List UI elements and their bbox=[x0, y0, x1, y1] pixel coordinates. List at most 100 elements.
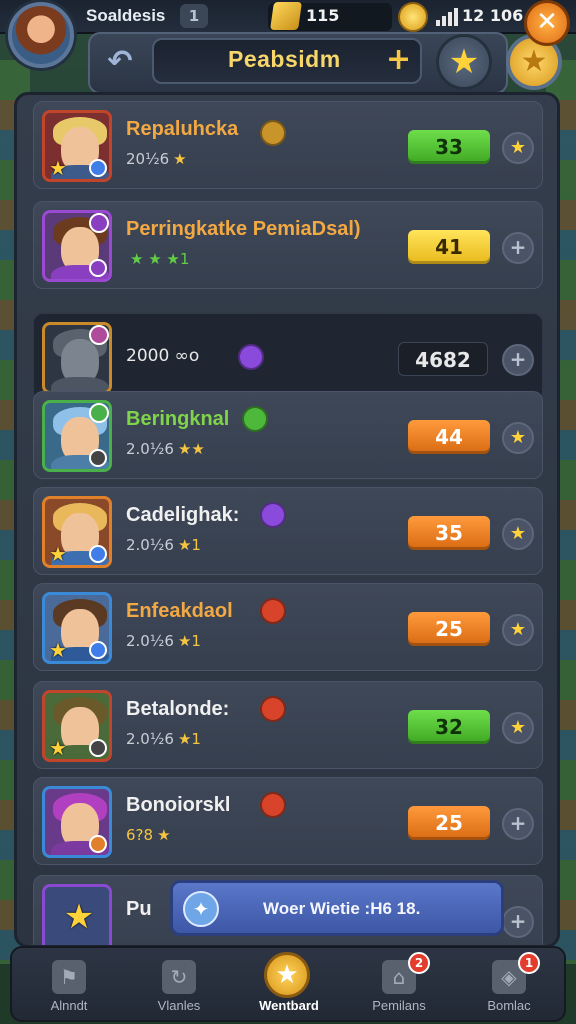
ranking-list: ★ Repaluhcka 20½6 ★ 33 ★ Perringkatke Pem… bbox=[14, 92, 560, 948]
hero-portrait bbox=[42, 210, 112, 282]
hero-stat: ★ ★ ★1 bbox=[130, 250, 190, 268]
star-button[interactable]: ★ bbox=[502, 712, 534, 744]
nav-label: Pemilans bbox=[372, 998, 426, 1013]
tag-icon bbox=[89, 325, 109, 345]
add-button[interactable]: + bbox=[502, 232, 534, 264]
notification-badge: 1 bbox=[518, 952, 540, 974]
clock-value: 12 106 bbox=[462, 6, 524, 25]
hero-stat: 6?8 ★ bbox=[126, 826, 171, 844]
ruby-gem-icon bbox=[260, 792, 286, 818]
add-button[interactable]: + bbox=[386, 42, 411, 77]
star-icon: ★ bbox=[49, 736, 67, 760]
gold-value: 115 bbox=[306, 6, 340, 25]
nav-item-bomlac[interactable]: ◈ 1 Bomlac bbox=[454, 948, 564, 1024]
hero-name: Pu bbox=[126, 898, 152, 920]
ruby-gem-icon bbox=[260, 696, 286, 722]
score-pill: 4682 bbox=[398, 342, 488, 376]
nav-label: Wentbard bbox=[259, 998, 319, 1013]
level-badge: 1 bbox=[180, 4, 208, 28]
lightning-badge-icon bbox=[260, 120, 286, 146]
star-icon: ★ bbox=[49, 638, 67, 662]
gem-icon bbox=[89, 259, 107, 277]
hero-name: Betalonde: bbox=[126, 698, 230, 720]
favorite-star-button[interactable]: ★ bbox=[436, 34, 492, 90]
gold-coin-icon[interactable] bbox=[398, 2, 428, 32]
locked-hero-portrait bbox=[42, 322, 112, 394]
notification-badge: 2 bbox=[408, 952, 430, 974]
score-pill: 33 bbox=[408, 130, 490, 164]
signal-icon bbox=[436, 8, 458, 26]
amethyst-gem-icon bbox=[260, 502, 286, 528]
hero-portrait bbox=[42, 786, 112, 858]
star-button[interactable]: ★ bbox=[502, 132, 534, 164]
hero-portrait: ★ bbox=[42, 690, 112, 762]
nav-item-pemilans[interactable]: ⌂ 2 Pemilans bbox=[344, 948, 454, 1024]
gem-icon bbox=[89, 159, 107, 177]
gem-icon bbox=[89, 739, 107, 757]
notification-toast[interactable]: ✦ Woer Wietie :H6 18. bbox=[170, 880, 504, 936]
list-item[interactable]: ★ Repaluhcka 20½6 ★ 33 ★ bbox=[33, 101, 543, 189]
score-pill: 32 bbox=[408, 710, 490, 744]
nav-item-wentbard[interactable]: ★ Wentbard bbox=[234, 948, 344, 1024]
hero-name: Enfeakdaol bbox=[126, 600, 233, 622]
hero-stat: 2.0½6 ★1 bbox=[126, 632, 201, 650]
player-avatar[interactable] bbox=[8, 2, 74, 68]
add-button[interactable]: + bbox=[502, 344, 534, 376]
nav-label: Bomlac bbox=[487, 998, 531, 1013]
star-button[interactable]: ★ bbox=[502, 614, 534, 646]
score-pill: 25 bbox=[408, 612, 490, 646]
nav-item-vlanles[interactable]: ↻ Vlanles bbox=[124, 948, 234, 1024]
page-title: Peabsidm bbox=[228, 46, 341, 72]
list-item-locked[interactable]: 2000 ∞o 4682 + bbox=[33, 313, 543, 401]
hero-stat: 2.0½6 ★★ bbox=[126, 440, 205, 458]
list-item[interactable]: Perringkatke PemiaDsal) ★ ★ ★1 41 + bbox=[33, 201, 543, 289]
hero-name: Beringknal bbox=[126, 408, 230, 430]
hero-portrait: ★ bbox=[42, 496, 112, 568]
hero-portrait bbox=[42, 400, 112, 472]
nav-item-alnndt[interactable]: ⚑ Alnndt bbox=[14, 948, 124, 1024]
score-pill: 35 bbox=[408, 516, 490, 550]
star-button[interactable]: ★ bbox=[502, 518, 534, 550]
gem-icon bbox=[89, 641, 107, 659]
hero-stat: 2.0½6 ★1 bbox=[126, 536, 201, 554]
tag-icon bbox=[89, 403, 109, 423]
hero-stat: 2.0½6 ★1 bbox=[126, 730, 201, 748]
gold-bar-icon bbox=[270, 2, 302, 30]
gem-icon bbox=[89, 545, 107, 563]
hero-portrait: ★ bbox=[42, 884, 112, 945]
list-item[interactable]: Bonoiorskl 6?8 ★ 25 + bbox=[33, 777, 543, 865]
list-item[interactable]: ★ Betalonde: 2.0½6 ★1 32 ★ bbox=[33, 681, 543, 769]
star-icon: ★ bbox=[63, 897, 95, 937]
bottom-nav: ⚑ Alnndt ↻ Vlanles ★ Wentbard ⌂ 2 Pemila… bbox=[10, 946, 566, 1022]
hero-stat: 2000 ∞o bbox=[126, 346, 200, 366]
nav-label: Alnndt bbox=[50, 998, 88, 1013]
gem-icon bbox=[89, 449, 107, 467]
score-pill: 44 bbox=[408, 420, 490, 454]
tag-icon bbox=[89, 213, 109, 233]
hero-name: Repaluhcka bbox=[126, 118, 239, 140]
list-item[interactable]: Beringknal 2.0½6 ★★ 44 ★ bbox=[33, 391, 543, 479]
emerald-gem-icon bbox=[242, 406, 268, 432]
nav-label: Vlanles bbox=[157, 998, 201, 1013]
back-arrow-icon[interactable]: ↶ bbox=[98, 42, 142, 82]
hero-portrait: ★ bbox=[42, 110, 112, 182]
player-name: Soaldesis bbox=[86, 6, 166, 25]
add-button[interactable]: + bbox=[502, 808, 534, 840]
score-pill: 41 bbox=[408, 230, 490, 264]
add-button[interactable]: + bbox=[502, 906, 534, 938]
list-item[interactable]: ★ Cadelighak: 2.0½6 ★1 35 ★ bbox=[33, 487, 543, 575]
star-icon: ★ bbox=[49, 542, 67, 566]
close-button[interactable]: ✕ bbox=[524, 0, 570, 46]
score-pill: 25 bbox=[408, 806, 490, 840]
ruby-gem-icon bbox=[260, 598, 286, 624]
list-item[interactable]: ★ Enfeakdaol 2.0½6 ★1 25 ★ bbox=[33, 583, 543, 671]
hero-stat: 20½6 ★ bbox=[126, 150, 187, 168]
hero-name: Bonoiorskl bbox=[126, 794, 231, 816]
handshake-icon: ✦ bbox=[183, 891, 219, 927]
flag-icon: ⚑ bbox=[52, 960, 86, 994]
star-icon: ★ bbox=[49, 156, 67, 180]
hero-portrait: ★ bbox=[42, 592, 112, 664]
hero-name: Cadelighak: bbox=[126, 504, 240, 526]
hero-name: Perringkatke PemiaDsal) bbox=[126, 218, 361, 240]
star-button[interactable]: ★ bbox=[502, 422, 534, 454]
